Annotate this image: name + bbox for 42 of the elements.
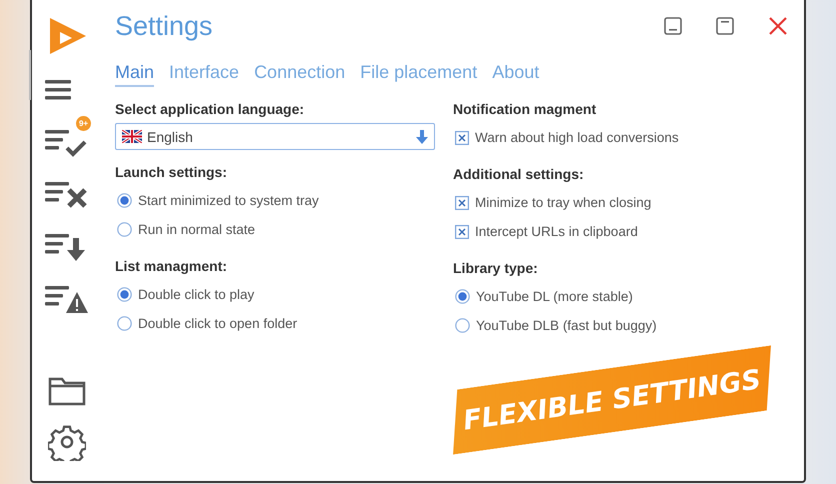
maximize-icon[interactable] bbox=[716, 17, 734, 35]
option-label: Warn about high load conversions bbox=[475, 130, 679, 145]
tab[interactable]: Connection bbox=[254, 62, 346, 87]
down-arrow-icon bbox=[416, 130, 428, 144]
radio-button[interactable] bbox=[455, 318, 470, 333]
play-logo-icon bbox=[48, 16, 88, 56]
close-icon[interactable] bbox=[768, 16, 788, 36]
tab[interactable]: Interface bbox=[169, 62, 240, 87]
section-heading: Additional settings: bbox=[453, 165, 585, 184]
radio-button[interactable] bbox=[117, 316, 132, 331]
banner-text: FLEXIBLE SETTINGS bbox=[461, 364, 763, 436]
tab[interactable]: File placement bbox=[360, 62, 478, 87]
language-dropdown[interactable]: English bbox=[115, 123, 435, 150]
option-label: Run in normal state bbox=[138, 222, 256, 237]
option-label: Start minimized to system tray bbox=[138, 193, 319, 208]
minimize-icon[interactable] bbox=[664, 17, 682, 35]
radio-button[interactable] bbox=[455, 289, 470, 304]
settings-icon[interactable] bbox=[48, 423, 86, 461]
checkbox[interactable] bbox=[455, 130, 469, 144]
option-label: Double click to play bbox=[138, 287, 254, 302]
window-title: Settings bbox=[115, 10, 213, 42]
radio-button[interactable] bbox=[117, 287, 132, 302]
dropdown-value: English bbox=[147, 128, 194, 144]
section-heading: Select application language: bbox=[115, 100, 306, 119]
option-label: YouTube DL (more stable) bbox=[476, 289, 633, 304]
section-heading: Library type: bbox=[453, 259, 539, 278]
checkbox[interactable] bbox=[455, 224, 469, 238]
folder-icon[interactable] bbox=[48, 375, 86, 407]
section-heading: List managment: bbox=[115, 257, 228, 276]
option-label: Intercept URLs in clipboard bbox=[475, 224, 638, 239]
option-label: Minimize to tray when closing bbox=[475, 195, 652, 210]
radio-button[interactable] bbox=[117, 193, 132, 208]
option-label: YouTube DLB (fast but buggy) bbox=[476, 318, 657, 333]
tab[interactable]: About bbox=[492, 62, 540, 87]
tab[interactable]: Main bbox=[115, 62, 154, 87]
section-heading: Launch settings: bbox=[115, 163, 228, 182]
option-label: Double click to open folder bbox=[138, 316, 298, 331]
section-heading: Notification magment bbox=[453, 100, 598, 119]
checkbox[interactable] bbox=[455, 196, 469, 210]
count-badge: 9+ bbox=[76, 116, 91, 131]
radio-button[interactable] bbox=[117, 222, 132, 237]
uk-flag-icon bbox=[122, 130, 142, 143]
